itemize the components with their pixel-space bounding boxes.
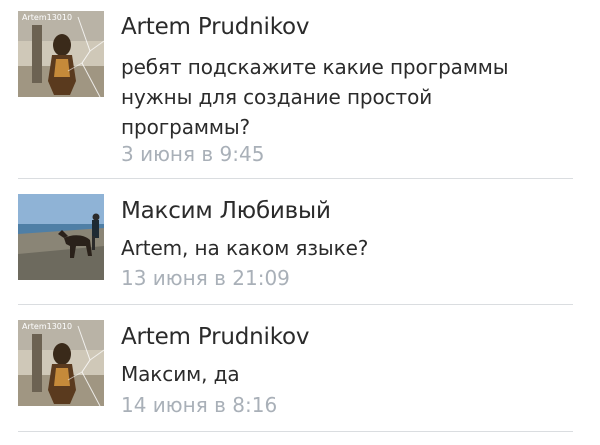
- comment-date[interactable]: 13 июня в 21:09: [121, 266, 290, 290]
- author-name[interactable]: Максим Любивый: [121, 198, 331, 224]
- comment-text-line: Artem, на каком языке?: [121, 236, 369, 260]
- comment-text-line: нужны для создание простой: [121, 85, 433, 109]
- comment-item: Artem13010 Artem Prudnikov Максим, да 14…: [0, 305, 600, 430]
- avatar-caption: Artem13010: [22, 322, 72, 331]
- comment-date[interactable]: 3 июня в 9:45: [121, 142, 264, 166]
- avatar-image: [18, 194, 104, 280]
- comment-text-line: ребят подскажите какие программы: [121, 55, 509, 79]
- avatar-image: Artem13010: [18, 320, 104, 406]
- avatar-caption: Artem13010: [22, 13, 72, 22]
- comment-text: Максим, да: [121, 359, 240, 389]
- comment-text: ребят подскажите какие программы нужны д…: [121, 52, 509, 142]
- comment-text-line: программы?: [121, 115, 251, 139]
- comment-item: Максим Любивый Artem, на каком языке? 13…: [0, 179, 600, 304]
- avatar[interactable]: [18, 194, 104, 280]
- comment-date[interactable]: 14 июня в 8:16: [121, 393, 277, 417]
- comment-text: Artem, на каком языке?: [121, 233, 368, 263]
- avatar[interactable]: Artem13010: [18, 11, 104, 97]
- author-name[interactable]: Artem Prudnikov: [121, 324, 310, 350]
- comment-item: Artem13010 Artem Prudnikov ребят подскаж…: [0, 0, 600, 178]
- comment-text-line: Максим, да: [121, 362, 240, 386]
- avatar-image: Artem13010: [18, 11, 104, 97]
- divider: [18, 431, 573, 432]
- author-name[interactable]: Artem Prudnikov: [121, 14, 310, 40]
- avatar[interactable]: Artem13010: [18, 320, 104, 406]
